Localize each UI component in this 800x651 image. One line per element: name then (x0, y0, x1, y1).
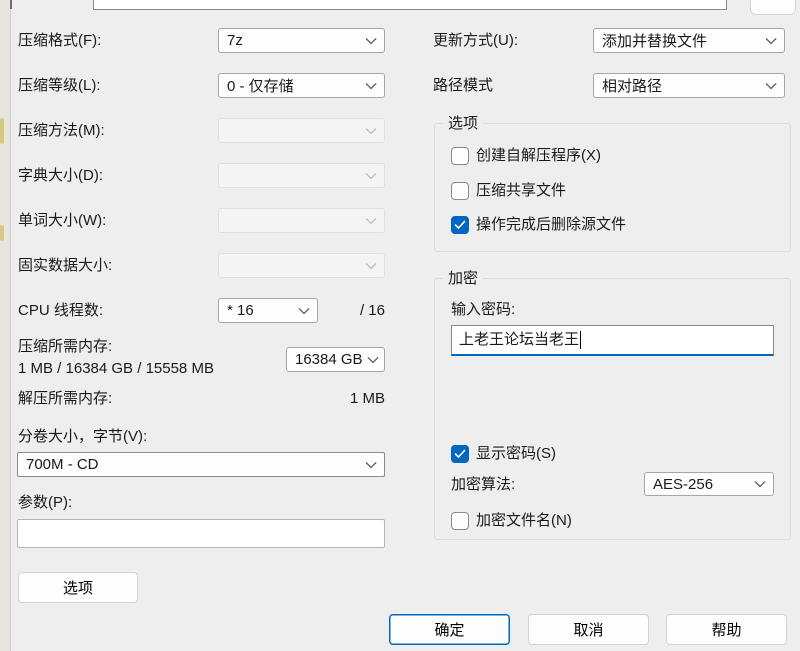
options-group: 选项 创建自解压程序(X) 压缩共享文件 操作完成后删除源文件 (434, 123, 791, 252)
compress-shared-label: 压缩共享文件 (476, 182, 566, 200)
memory-compress-value: 16384 GB (295, 351, 363, 368)
method-label: 压缩方法(M): (18, 118, 105, 143)
create-sfx-label: 创建自解压程序(X) (476, 147, 601, 165)
format-combobox[interactable]: 7z (218, 28, 385, 53)
chevron-down-icon (365, 217, 377, 225)
show-password-label: 显示密码(S) (476, 445, 556, 463)
method-combobox (218, 118, 385, 143)
encrypt-filenames-checkbox-row[interactable]: 加密文件名(N) (451, 512, 572, 530)
delete-after-checkbox[interactable] (451, 216, 469, 234)
update-mode-combobox[interactable]: 添加并替换文件 (593, 28, 785, 53)
chevron-down-icon (298, 307, 310, 315)
volume-size-combobox[interactable]: 700M - CD (17, 452, 385, 477)
encryption-group: 加密 输入密码: 上老王论坛当老王 显示密码(S) 加密算法: AES-256 … (434, 278, 791, 540)
chevron-down-icon (365, 127, 377, 135)
path-mode-combobox[interactable]: 相对路径 (593, 73, 785, 98)
compress-shared-checkbox[interactable] (451, 182, 469, 200)
format-label: 压缩格式(F): (18, 28, 101, 53)
memory-decompress-label: 解压所需内存: (18, 388, 112, 410)
ok-button[interactable]: 确定 (389, 614, 510, 645)
word-size-label: 单词大小(W): (18, 208, 106, 233)
left-edge-highlight (0, 118, 4, 144)
memory-compress-detail: 1 MB / 16384 GB / 15558 MB (18, 358, 214, 380)
update-mode-value: 添加并替换文件 (602, 30, 707, 51)
browse-button[interactable] (750, 0, 796, 15)
chevron-down-icon (765, 82, 777, 90)
create-sfx-checkbox[interactable] (451, 147, 469, 165)
encrypt-filenames-label: 加密文件名(N) (476, 512, 572, 530)
left-edge-highlight (0, 225, 4, 241)
level-label: 压缩等级(L): (18, 73, 101, 98)
solid-block-label: 固实数据大小: (18, 253, 112, 278)
cpu-threads-max: / 16 (340, 298, 385, 323)
chevron-down-icon (754, 480, 766, 488)
archive-name-input[interactable] (93, 0, 727, 10)
memory-decompress-value: 1 MB (300, 388, 385, 410)
options-button[interactable]: 选项 (18, 572, 138, 603)
clipped-control-edge (10, 0, 12, 9)
update-mode-label: 更新方式(U): (433, 28, 518, 53)
chevron-down-icon (365, 461, 377, 469)
show-password-checkbox[interactable] (451, 445, 469, 463)
cpu-threads-combobox[interactable]: * 16 (218, 298, 318, 323)
path-mode-label: 路径模式 (433, 73, 493, 98)
cpu-threads-value: * 16 (227, 302, 254, 319)
chevron-down-icon (365, 262, 377, 270)
chevron-down-icon (367, 356, 379, 364)
chevron-down-icon (365, 37, 377, 45)
encryption-method-combobox[interactable]: AES-256 (644, 472, 774, 496)
memory-compress-combobox[interactable]: 16384 GB (286, 347, 385, 372)
create-sfx-checkbox-row[interactable]: 创建自解压程序(X) (451, 147, 601, 165)
memory-compress-label: 压缩所需内存: (18, 336, 112, 358)
encryption-method-value: AES-256 (653, 476, 713, 493)
password-label: 输入密码: (451, 299, 515, 321)
text-cursor (580, 331, 581, 349)
dictionary-combobox (218, 163, 385, 188)
chevron-down-icon (365, 172, 377, 180)
help-button[interactable]: 帮助 (666, 614, 787, 645)
solid-block-combobox (218, 253, 385, 278)
encryption-group-title: 加密 (443, 268, 483, 290)
cancel-button[interactable]: 取消 (528, 614, 649, 645)
path-mode-value: 相对路径 (602, 75, 662, 96)
show-password-checkbox-row[interactable]: 显示密码(S) (451, 445, 556, 463)
level-combobox[interactable]: 0 - 仅存储 (218, 73, 385, 98)
parameters-input[interactable] (17, 519, 385, 548)
compress-shared-checkbox-row[interactable]: 压缩共享文件 (451, 182, 566, 200)
delete-after-checkbox-row[interactable]: 操作完成后删除源文件 (451, 216, 626, 234)
volume-size-value: 700M - CD (26, 456, 99, 473)
chevron-down-icon (365, 82, 377, 90)
encrypt-filenames-checkbox[interactable] (451, 512, 469, 530)
parameters-label: 参数(P): (18, 492, 72, 514)
encryption-method-label: 加密算法: (451, 473, 515, 497)
left-edge-strip (0, 0, 11, 651)
word-size-combobox (218, 208, 385, 233)
password-value: 上老王论坛当老王 (459, 331, 579, 348)
delete-after-label: 操作完成后删除源文件 (476, 216, 626, 234)
password-input[interactable]: 上老王论坛当老王 (451, 325, 774, 356)
cpu-threads-label: CPU 线程数: (18, 298, 103, 323)
volume-size-label: 分卷大小，字节(V): (18, 426, 147, 448)
format-value: 7z (227, 32, 243, 49)
archive-dialog: { "accent": "#0067c0", "top": { "archive… (0, 0, 800, 651)
level-value: 0 - 仅存储 (227, 75, 294, 96)
chevron-down-icon (765, 37, 777, 45)
dictionary-label: 字典大小(D): (18, 163, 103, 188)
options-group-title: 选项 (443, 113, 483, 135)
